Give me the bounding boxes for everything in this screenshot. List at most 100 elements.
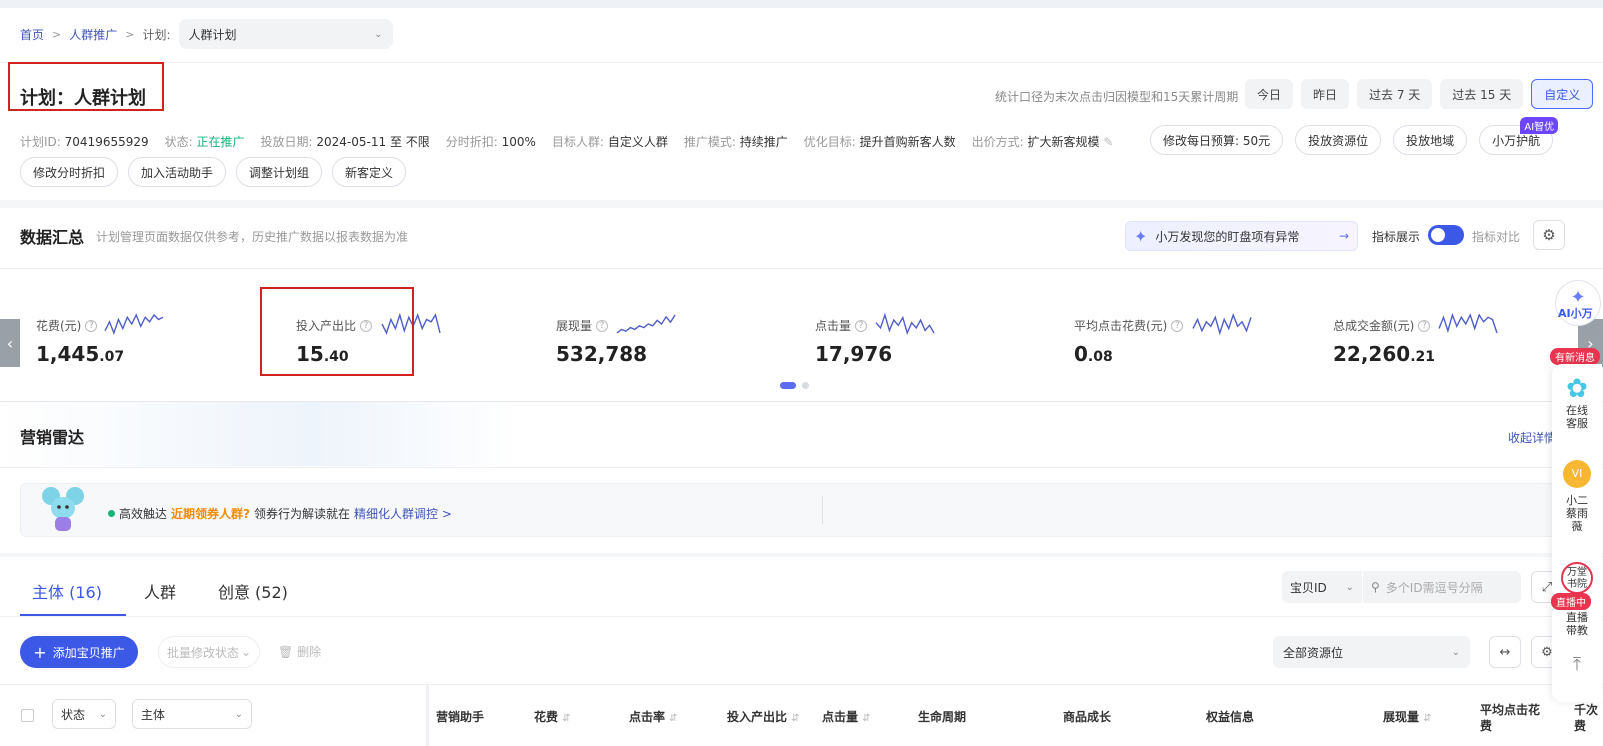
- id-type-select[interactable]: 宝贝ID ⌄: [1282, 571, 1362, 603]
- metric-compare-label[interactable]: 指标对比: [1472, 228, 1520, 245]
- breadcrumb-crowd-promotion[interactable]: 人群推广: [69, 26, 117, 43]
- page-title: 计划：人群计划: [20, 88, 146, 109]
- help-icon[interactable]: ?: [1418, 319, 1431, 332]
- metric-value-int: 17,976: [815, 342, 893, 366]
- meta-label: 投放日期:: [260, 135, 313, 149]
- carousel-prev-icon[interactable]: ‹: [0, 319, 20, 367]
- pagination-dot[interactable]: [802, 382, 809, 389]
- meta-value: 提升首购新客人数: [859, 135, 956, 149]
- plan-select[interactable]: 人群计划 ⌄: [178, 19, 393, 49]
- add-item-promotion-button[interactable]: + 添加宝贝推广: [20, 636, 138, 668]
- radar-collapse-link[interactable]: 收起详情: [1508, 429, 1556, 446]
- column-header-ctr[interactable]: 点击率 ⇵: [629, 708, 678, 725]
- meta-status: 状态: 正在推广: [165, 133, 245, 150]
- live-teaching-button[interactable]: 直播带教: [1552, 611, 1602, 637]
- edit-daily-budget-button[interactable]: 修改每日预算: 50元: [1150, 125, 1284, 155]
- sort-icon[interactable]: ⇵: [791, 713, 799, 724]
- column-header-clicks[interactable]: 点击量 ⇵: [822, 708, 871, 725]
- radar-text-highlight[interactable]: 近期领券人群?: [171, 505, 250, 522]
- resource-slot-select[interactable]: 全部资源位 ⌄: [1273, 636, 1470, 668]
- date-7days-button[interactable]: 过去 7 天: [1357, 79, 1433, 109]
- column-header-cost[interactable]: 花费 ⇵: [534, 708, 571, 725]
- edit-icon[interactable]: ✎: [1103, 135, 1113, 149]
- column-header-roi[interactable]: 投入产出比 ⇵: [727, 708, 800, 725]
- live-badge: 直播中: [1551, 593, 1591, 610]
- xiaowan-escort-label: 小万护航: [1492, 133, 1541, 148]
- meta-promo-mode: 推广模式: 持续推广: [684, 133, 788, 150]
- batch-edit-status-select[interactable]: 批量修改状态 ⌄: [158, 636, 260, 668]
- status-filter-label: 状态: [61, 707, 86, 722]
- anomaly-alert-button[interactable]: ✦ 小万发现您的盯盘项有异常 →: [1125, 221, 1358, 251]
- delete-button[interactable]: 🗑 删除: [278, 643, 321, 660]
- sort-icon[interactable]: ⇵: [862, 713, 870, 724]
- xiaoer-button[interactable]: VI 小二蔡雨薇: [1552, 460, 1602, 533]
- xiaowan-escort-button[interactable]: 小万护航 AI智优: [1479, 117, 1559, 155]
- sparkline-path: [616, 314, 676, 334]
- anomaly-text: 小万发现您的盯盘项有异常: [1155, 229, 1300, 244]
- column-header-impressions[interactable]: 展现量 ⇵: [1383, 708, 1432, 725]
- academy-button[interactable]: 万堂书院: [1552, 562, 1602, 594]
- status-filter-select[interactable]: 状态 ⌄: [52, 699, 116, 729]
- help-icon[interactable]: ?: [85, 319, 98, 332]
- breadcrumb-home[interactable]: 首页: [20, 26, 44, 43]
- refined-crowd-link[interactable]: 精细化人群调控 >: [354, 505, 452, 522]
- tab-creative[interactable]: 创意 (52): [218, 579, 288, 603]
- date-yesterday-button[interactable]: 昨日: [1301, 79, 1350, 109]
- meta-value: 100%: [501, 135, 536, 149]
- id-type-value: 宝贝ID: [1290, 580, 1327, 595]
- academy-logo-icon: 万堂书院: [1561, 562, 1593, 594]
- metric-value-int: 1,445: [36, 342, 100, 366]
- column-header-avg-cpc[interactable]: 平均点击花费: [1480, 702, 1546, 734]
- resource-slots-button[interactable]: 投放资源位: [1295, 125, 1382, 155]
- sort-icon[interactable]: ⇵: [562, 713, 570, 724]
- adjust-plan-group-button[interactable]: 调整计划组: [236, 157, 323, 187]
- divider: [0, 467, 1603, 468]
- tab-subject[interactable]: 主体 (16): [32, 579, 102, 603]
- pagination-dot-active[interactable]: [780, 382, 796, 389]
- metric-avg-cpc: 平均点击花费(元)? 0.08: [1074, 313, 1252, 366]
- column-header-assistant: 营销助手: [436, 710, 485, 724]
- metric-label: 展现量: [556, 319, 593, 333]
- sort-icon[interactable]: ⇵: [1423, 713, 1431, 724]
- back-to-top-icon[interactable]: ⤒: [1552, 656, 1602, 674]
- stat-note: 统计口径为末次点击归因模型和15天累计周期: [995, 90, 1239, 104]
- date-custom-button[interactable]: 自定义: [1531, 79, 1594, 109]
- edit-time-discount-button[interactable]: 修改分时折扣: [20, 157, 119, 187]
- plan-meta-row: 计划ID: 70419655929 状态: 正在推广 投放日期: 2024-05…: [20, 133, 1113, 150]
- id-search-placeholder: 多个ID需逗号分隔: [1385, 580, 1483, 595]
- radar-divider: [822, 496, 823, 524]
- sparkline-impressions: [616, 314, 676, 334]
- id-search-input[interactable]: ⚲ 多个ID需逗号分隔: [1363, 571, 1521, 603]
- meta-label: 状态:: [164, 135, 193, 149]
- help-icon[interactable]: ?: [1171, 319, 1184, 332]
- help-icon[interactable]: ?: [855, 319, 868, 332]
- chevron-down-icon: ⌄: [240, 645, 252, 659]
- regions-button[interactable]: 投放地域: [1393, 125, 1468, 155]
- date-15days-button[interactable]: 过去 15 天: [1440, 79, 1524, 109]
- vip-avatar-icon: VI: [1563, 460, 1591, 488]
- meta-time-discount: 分时折扣: 100%: [446, 133, 536, 150]
- add-activity-assistant-button[interactable]: 加入活动助手: [128, 157, 227, 187]
- help-icon[interactable]: ?: [596, 319, 609, 332]
- plan-actions: 修改每日预算: 50元 投放资源位 投放地域 小万护航 AI智优: [1150, 117, 1559, 155]
- sparkline-avg-cpc: [1192, 313, 1252, 335]
- meta-label: 分时折扣:: [445, 135, 498, 149]
- column-header-growth: 商品成长: [1063, 710, 1112, 724]
- settings-gear-icon[interactable]: ⚙: [1533, 220, 1565, 250]
- ai-badge: AI智优: [1520, 117, 1559, 134]
- tab-crowd[interactable]: 人群: [144, 579, 176, 603]
- column-width-icon[interactable]: ↔: [1489, 636, 1521, 668]
- date-today-button[interactable]: 今日: [1245, 79, 1294, 109]
- metric-impressions: 展现量? 532,788: [556, 314, 676, 366]
- column-label: 花费: [534, 710, 559, 724]
- plan-select-value: 人群计划: [188, 27, 237, 42]
- live-teaching-label: 直播带教: [1566, 611, 1588, 637]
- new-customer-definition-button[interactable]: 新客定义: [332, 157, 407, 187]
- online-service-button[interactable]: ✿ 在线客服: [1552, 374, 1602, 430]
- meta-value: 2024-05-11 至 不限: [316, 135, 430, 149]
- plus-icon: +: [33, 642, 47, 662]
- sort-icon[interactable]: ⇵: [669, 713, 677, 724]
- subject-filter-select[interactable]: 主体 ⌄: [132, 699, 252, 729]
- metric-display-toggle[interactable]: [1428, 225, 1464, 245]
- select-all-checkbox[interactable]: [21, 709, 34, 722]
